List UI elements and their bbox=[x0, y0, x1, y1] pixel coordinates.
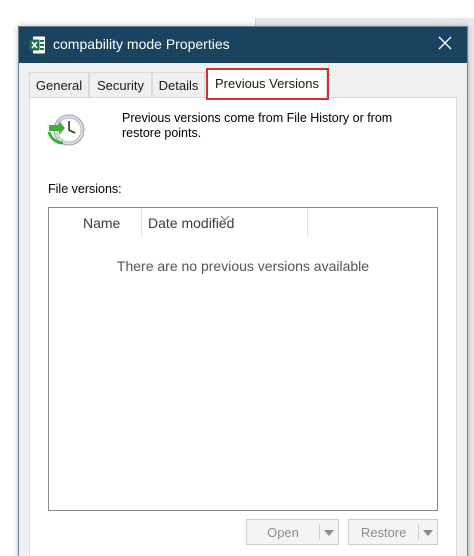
title-bar[interactable]: compability mode Properties bbox=[19, 27, 467, 63]
window-title: compability mode Properties bbox=[53, 36, 230, 52]
close-button[interactable] bbox=[429, 29, 461, 61]
column-header-name[interactable]: Name bbox=[83, 208, 120, 238]
open-split-button[interactable]: Open bbox=[246, 519, 339, 545]
chevron-down-icon bbox=[423, 523, 434, 541]
column-name-label: Name bbox=[83, 215, 121, 231]
tab-previous-versions[interactable]: Previous Versions bbox=[207, 68, 327, 98]
description-text: Previous versions come from File History… bbox=[122, 111, 393, 140]
file-history-clock-icon bbox=[46, 112, 86, 148]
previous-versions-panel: Previous versions come from File History… bbox=[29, 97, 457, 556]
restore-button-label: Restore bbox=[360, 524, 407, 540]
excel-file-icon bbox=[29, 36, 46, 54]
sort-chevron-down-icon bbox=[220, 208, 230, 221]
restore-button[interactable]: Restore bbox=[349, 520, 418, 544]
open-button-label: Open bbox=[267, 524, 299, 540]
close-icon bbox=[438, 36, 452, 55]
column-separator[interactable] bbox=[141, 208, 142, 238]
column-separator[interactable] bbox=[307, 208, 308, 238]
tab-security-label: Security bbox=[97, 77, 144, 93]
file-versions-list[interactable]: Name Date modified There are no previous… bbox=[48, 207, 438, 511]
restore-split-button[interactable]: Restore bbox=[348, 519, 438, 545]
restore-dropdown-button[interactable] bbox=[419, 520, 437, 544]
tab-details[interactable]: Details bbox=[152, 72, 205, 97]
tab-general[interactable]: General bbox=[29, 72, 89, 97]
tab-security[interactable]: Security bbox=[89, 72, 152, 97]
tab-details-label: Details bbox=[158, 77, 199, 93]
file-versions-label: File versions: bbox=[48, 182, 122, 196]
tab-strip: General Security Details Previous Versio… bbox=[29, 68, 467, 98]
open-dropdown-button[interactable] bbox=[320, 520, 338, 544]
properties-dialog: compability mode Properties General Secu… bbox=[18, 26, 468, 556]
open-button[interactable]: Open bbox=[247, 520, 319, 544]
tab-previous-versions-label: Previous Versions bbox=[214, 75, 320, 91]
tab-general-label: General bbox=[35, 77, 83, 93]
empty-list-message: There are no previous versions available bbox=[116, 258, 370, 274]
list-header: Name Date modified bbox=[49, 208, 437, 238]
chevron-down-icon bbox=[324, 523, 334, 541]
